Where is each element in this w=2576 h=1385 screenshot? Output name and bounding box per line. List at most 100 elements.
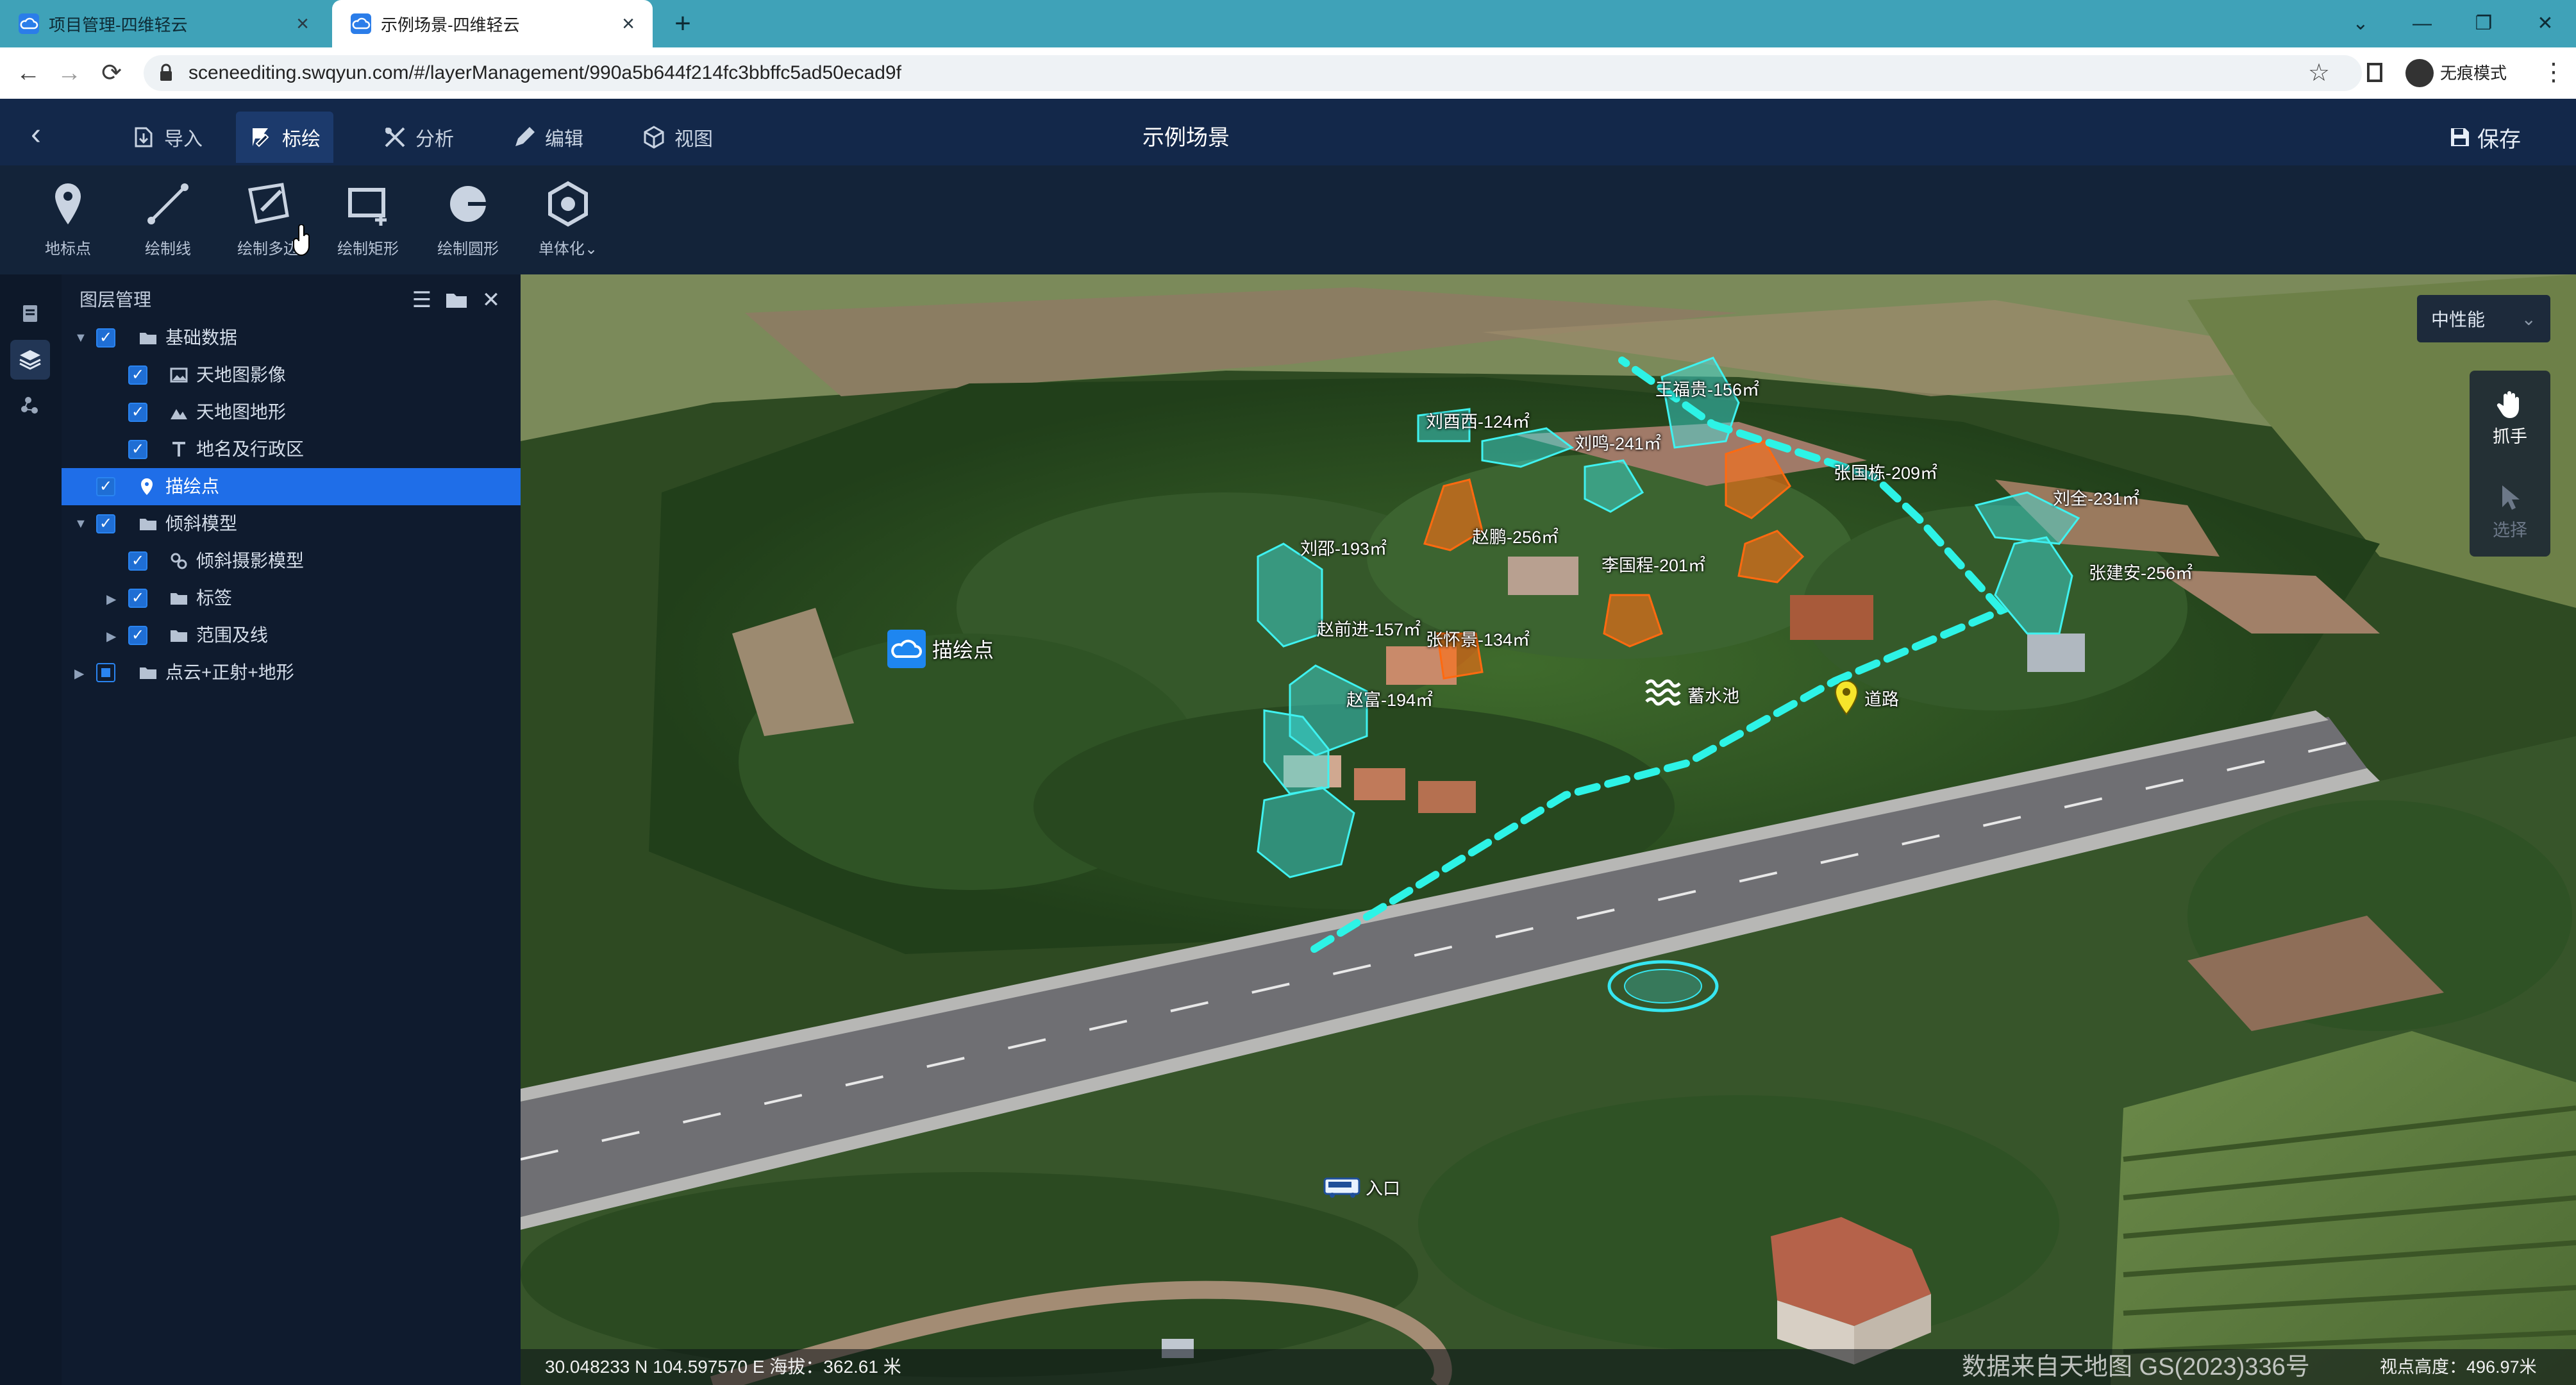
back-chevron-icon[interactable]: ‹ (31, 119, 41, 150)
draw-polygon-icon (248, 183, 289, 224)
performance-select[interactable]: 中性能 ⌄ (2417, 295, 2550, 342)
layer-checkbox[interactable]: ✓ (128, 551, 147, 571)
layers-icon (19, 350, 41, 370)
drawn-point-marker[interactable]: 描绘点 (886, 628, 994, 669)
bookmark-star-icon[interactable]: ☆ (2308, 58, 2330, 88)
layer-row-tianditu-image[interactable]: ✓ 天地图影像 (62, 357, 521, 394)
incognito-label[interactable]: 无痕模式 (2440, 59, 2507, 87)
save-label: 保存 (2477, 127, 2521, 152)
layer-row-pointcloud[interactable]: ▶ 点云+正射+地形 (62, 654, 521, 691)
hand-icon (2497, 390, 2519, 418)
cursor-icon (2502, 485, 2520, 510)
restore-button[interactable]: ❐ (2453, 0, 2514, 47)
house-label[interactable]: 刘鸣-241㎡ (1575, 430, 1661, 455)
cursor-coordinates: 30.048233 N 104.597570 E 海拔：362.61 米 (545, 1357, 901, 1377)
house-label[interactable]: 刘全-231㎡ (2053, 485, 2139, 510)
close-window-button[interactable]: ✕ (2514, 0, 2576, 47)
close-panel-icon[interactable]: ✕ (477, 286, 505, 314)
rail-notes-button[interactable] (10, 294, 50, 333)
house-label[interactable]: 刘酉西-124㎡ (1426, 408, 1530, 433)
new-tab-button[interactable]: + (665, 6, 700, 41)
folder-icon (171, 593, 187, 605)
mode-select-button[interactable]: 选择 (2470, 467, 2550, 554)
yellow-pin-icon (1834, 680, 1859, 716)
draw-rectangle-icon (348, 188, 387, 226)
layer-row-basic-data[interactable]: ▼ ✓ 基础数据 (62, 319, 521, 357)
back-arrow-icon[interactable]: ← (10, 55, 46, 91)
left-rail (0, 274, 63, 1385)
expand-arrow-icon[interactable]: ▶ (74, 666, 84, 682)
browser-tab-project-management[interactable]: 项目管理-四维轻云 × (0, 0, 327, 47)
layer-checkbox[interactable]: ✓ (128, 403, 147, 422)
road-marker[interactable]: 道路 (1834, 680, 1899, 716)
bus-icon (1323, 1177, 1360, 1198)
forward-arrow-icon[interactable]: → (51, 55, 87, 91)
menu-view[interactable]: 视图 (628, 112, 726, 163)
tool-draw-rectangle[interactable]: 绘制矩形 (317, 172, 419, 268)
menu-analysis[interactable]: 分析 (369, 112, 467, 163)
expand-arrow-icon[interactable]: ▶ (106, 628, 116, 644)
browser-menu-icon[interactable]: ⋮ (2541, 56, 2566, 88)
house-label[interactable]: 王福贵-156㎡ (1655, 376, 1759, 401)
browser-tab-example-scene[interactable]: 示例场景-四维轻云 × (332, 0, 653, 47)
3d-map-view[interactable]: 王福贵-156㎡ 刘酉西-124㎡ 刘鸣-241㎡ 张国栋-209㎡ 刘全-23… (521, 274, 2576, 1385)
tool-draw-circle[interactable]: 绘制圆形 (417, 172, 519, 268)
layer-row-ranges-and-lines[interactable]: ▶ ✓ 范围及线 (62, 617, 521, 654)
layer-checkbox[interactable]: ✓ (96, 328, 115, 348)
layer-checkbox[interactable]: ✓ (128, 365, 147, 385)
tool-landmark-point[interactable]: 地标点 (17, 172, 119, 268)
pool-marker[interactable]: 蓄水池 (1644, 677, 1739, 712)
close-tab-icon[interactable]: × (622, 13, 635, 35)
house-label[interactable]: 赵前进-157㎡ (1317, 616, 1421, 641)
layer-checkbox[interactable]: ✓ (128, 589, 147, 608)
menu-edit[interactable]: 编辑 (499, 112, 596, 163)
mode-grab-button[interactable]: 抓手 (2470, 373, 2550, 460)
menu-import[interactable]: 导入 (118, 112, 215, 163)
layer-checkbox[interactable]: ✓ (96, 477, 115, 496)
house-label[interactable]: 赵鹏-256㎡ (1472, 523, 1559, 548)
close-tab-icon[interactable]: × (296, 13, 309, 35)
house-label[interactable]: 刘邵-193㎡ (1300, 535, 1387, 560)
house-label[interactable]: 张建安-256㎡ (2089, 559, 2193, 584)
tool-label: 绘制多边 (237, 240, 299, 258)
house-label[interactable]: 张国栋-209㎡ (1834, 459, 1937, 484)
minimize-button[interactable]: — (2391, 0, 2453, 47)
save-button[interactable]: 保存 (2449, 119, 2521, 155)
layer-label: 地名及行政区 (196, 439, 305, 459)
tab-search-chevron-icon[interactable]: ⌄ (2330, 0, 2391, 47)
layer-checkbox[interactable]: ✓ (128, 440, 147, 459)
rail-share-button[interactable] (10, 386, 50, 426)
entrance-marker[interactable]: 入口 (1323, 1175, 1400, 1200)
reload-icon[interactable]: ⟳ (94, 55, 130, 91)
add-folder-icon[interactable] (442, 286, 471, 314)
house-label[interactable]: 张怀景-134㎡ (1426, 626, 1530, 651)
incognito-avatar-icon[interactable] (2405, 59, 2434, 87)
house-label[interactable]: 李国程-201㎡ (1602, 551, 1705, 576)
view-height: 视点高度：496.97米 (2380, 1357, 2537, 1377)
tool-draw-line[interactable]: 绘制线 (117, 172, 219, 268)
house-label[interactable]: 赵富-194㎡ (1346, 686, 1433, 711)
layer-label: 标签 (196, 588, 233, 608)
layer-row-drawn-points[interactable]: ✓ 描绘点 (62, 468, 521, 505)
layer-row-oblique-photo-model[interactable]: ✓ 倾斜摄影模型 (62, 542, 521, 580)
expand-arrow-icon[interactable]: ▼ (74, 517, 87, 532)
list-view-icon[interactable]: ☰ (408, 286, 436, 314)
expand-arrow-icon[interactable]: ▶ (106, 591, 116, 607)
layer-checkbox[interactable]: ✓ (96, 514, 115, 533)
rail-layers-button[interactable] (10, 340, 50, 380)
tab-title: 示例场景-四维轻云 (381, 15, 520, 35)
layer-checkbox[interactable]: ✓ (128, 626, 147, 645)
lock-icon[interactable] (159, 63, 173, 82)
cube-icon (644, 126, 664, 149)
layer-row-placenames[interactable]: ✓ 地名及行政区 (62, 431, 521, 468)
url-text[interactable]: sceneediting.swqyun.com/#/layerManagemen… (188, 58, 901, 88)
side-panel-icon[interactable] (2367, 63, 2382, 82)
tool-monomer[interactable]: 单体化⌄ (517, 172, 619, 268)
menu-plotting[interactable]: 标绘 (236, 112, 333, 163)
expand-arrow-icon[interactable]: ▼ (74, 331, 87, 346)
layer-row-oblique-model[interactable]: ▼ ✓ 倾斜模型 (62, 505, 521, 542)
layer-row-labels[interactable]: ▶ ✓ 标签 (62, 580, 521, 617)
layer-checkbox[interactable] (96, 663, 115, 682)
cloud-logo-icon (351, 13, 371, 34)
layer-row-tianditu-terrain[interactable]: ✓ 天地图地形 (62, 394, 521, 431)
